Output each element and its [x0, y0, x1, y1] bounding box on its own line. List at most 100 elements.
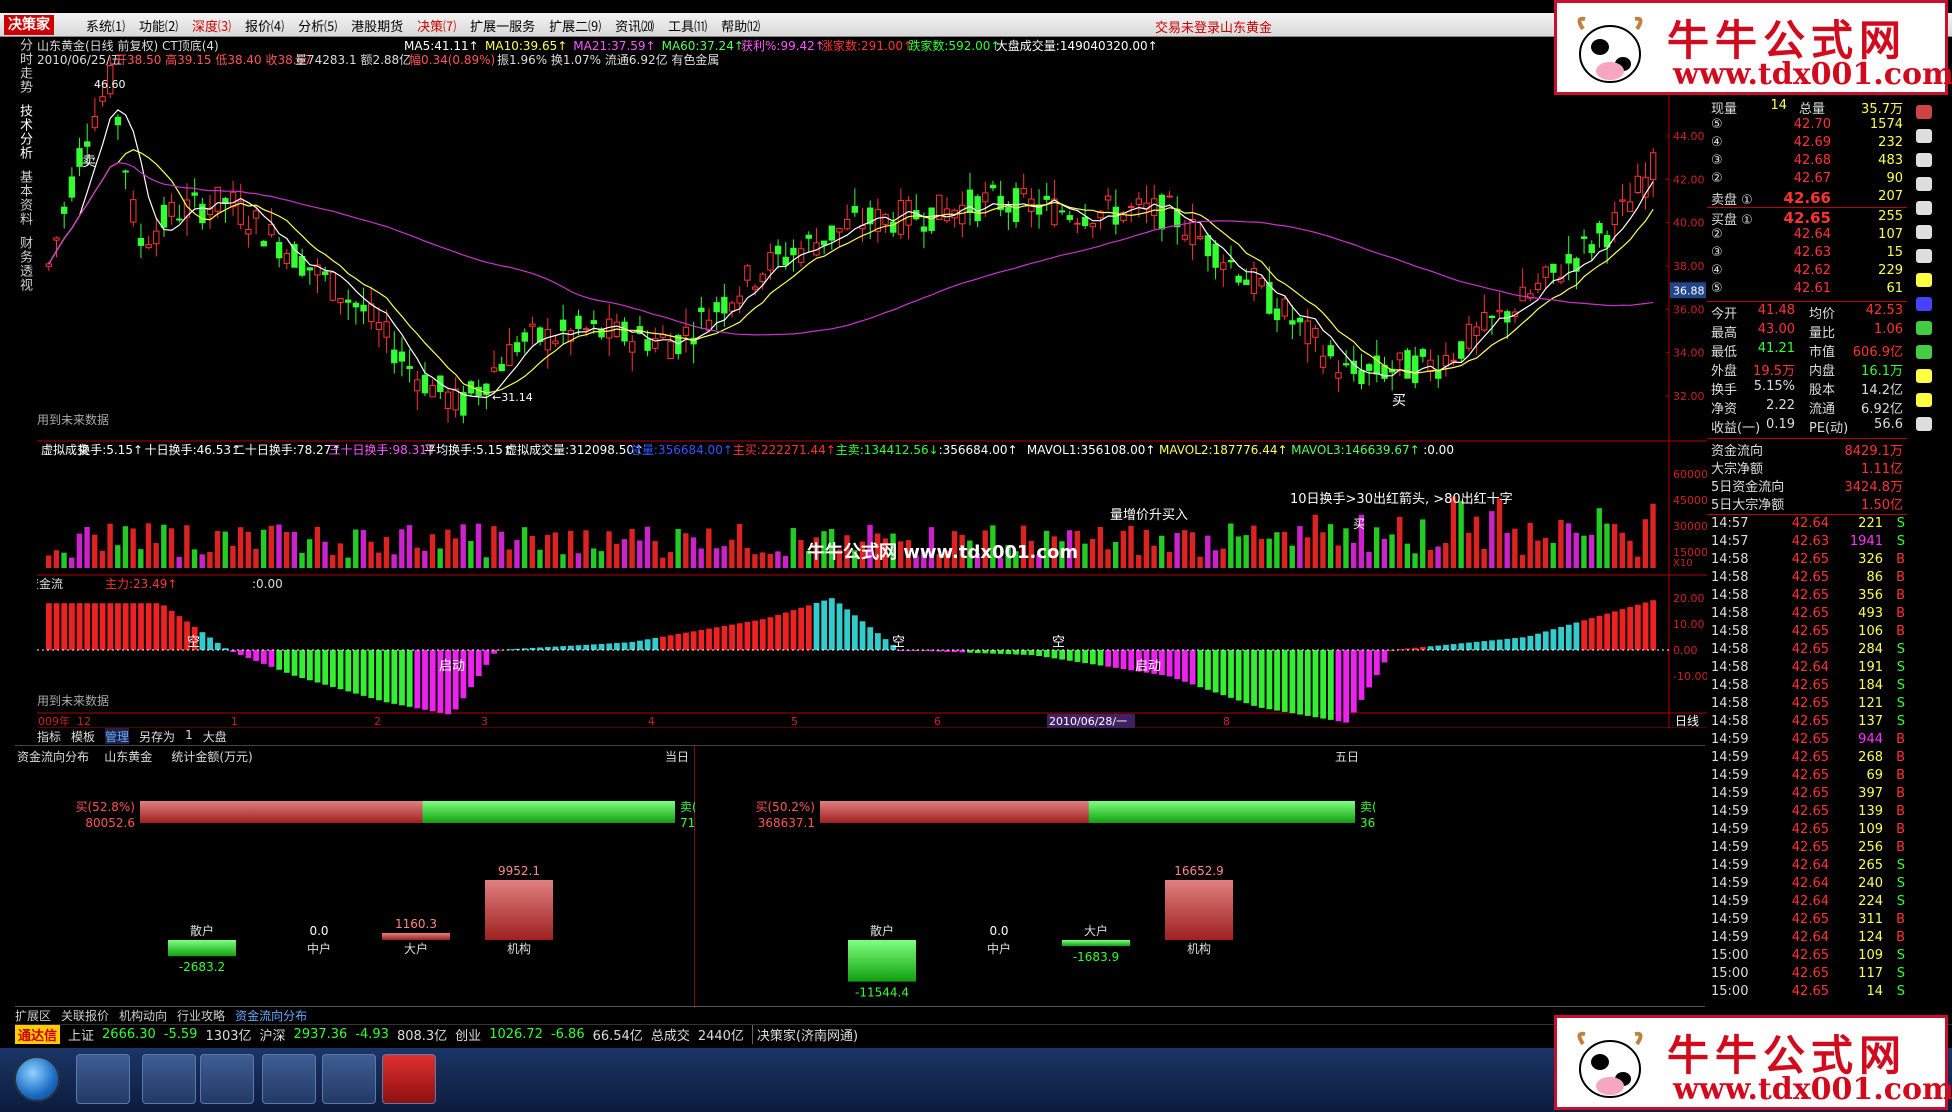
tool-icon[interactable]	[1916, 201, 1932, 215]
bottom-tab[interactable]: 扩展区	[15, 1007, 51, 1024]
menu-item[interactable]: 资讯⒇	[615, 16, 654, 35]
toolbar-item[interactable]: 另存为	[139, 728, 175, 744]
left-tab[interactable]: 基本资料	[15, 170, 34, 226]
menu-item[interactable]: 工具⑾	[668, 16, 707, 35]
menu-item[interactable]: 系统⑴	[86, 16, 125, 35]
flow-bar	[314, 650, 321, 683]
menu-item[interactable]: 分析⑸	[298, 16, 337, 35]
left-tab[interactable]: 技术分析	[15, 104, 34, 160]
start-button-icon[interactable]	[14, 1056, 60, 1102]
menu-item[interactable]: 决策⑺	[417, 16, 456, 35]
notepad-icon[interactable]	[142, 1054, 196, 1104]
volume-bar	[1151, 545, 1157, 568]
tick-side: B	[1896, 732, 1905, 747]
arrow-down-icon[interactable]	[1916, 345, 1932, 359]
flow-bar	[69, 603, 75, 650]
flow-bar	[1588, 618, 1595, 650]
tool-icon[interactable]	[1916, 225, 1932, 239]
menu-item[interactable]: 功能⑵	[139, 16, 178, 35]
menu-item[interactable]: 扩展二⑼	[549, 16, 601, 35]
period-today: 当日	[665, 750, 690, 764]
tool-icon[interactable]	[1916, 297, 1932, 311]
volume-bar	[591, 548, 597, 568]
ask-level: ④	[1711, 135, 1723, 150]
volume-bar	[790, 528, 796, 568]
flow-bar	[875, 633, 881, 650]
toolbar-item[interactable]: 管理	[105, 728, 130, 744]
flow-bar	[606, 643, 613, 650]
candle-body	[1534, 282, 1542, 291]
tool-icon[interactable]	[1916, 249, 1932, 263]
file-explorer-icon[interactable]	[76, 1054, 130, 1104]
tick-time: 14:59	[1711, 912, 1749, 927]
toolbar-item[interactable]: 模板	[71, 728, 95, 744]
volume-bar	[92, 534, 98, 568]
toolbar-item[interactable]: 1	[185, 728, 193, 744]
bottom-tab[interactable]: 资金流向分布	[235, 1007, 307, 1024]
left-tab[interactable]: 财务透视	[15, 236, 34, 292]
bottom-tab[interactable]: 行业攻略	[177, 1007, 225, 1024]
server-name[interactable]: 决策家(济南网通)	[751, 1025, 858, 1044]
volume-bar	[176, 556, 182, 568]
pencil-icon[interactable]	[1916, 369, 1932, 383]
menu-item[interactable]: 深度⑶	[192, 16, 231, 35]
tick-row: 14:58 42.65 284 S	[1707, 642, 1907, 659]
volume-bar	[1304, 537, 1311, 568]
flow-bar	[1550, 629, 1557, 650]
flow-bar	[245, 650, 252, 658]
flow-bar	[614, 643, 620, 650]
toolbar-item[interactable]: 指标	[37, 728, 61, 744]
flow-bar	[1335, 650, 1342, 722]
menu-item[interactable]: 扩展一服务	[470, 16, 535, 35]
flow-bar	[483, 650, 490, 665]
tick-volume: 139	[1858, 804, 1883, 819]
volume-bar	[1266, 538, 1272, 568]
tick-time: 15:00	[1711, 948, 1749, 963]
kline-chart-area[interactable]: 山东黄金(日线 前复权) CT顶底(4)2010/06/25/五开38.50 高…	[37, 38, 1707, 728]
tick-volume: 240	[1858, 876, 1883, 891]
fund-flow-distribution: 资金流向分布 山东黄金 统计金额(万元) 当日 买(52.8%) 80052.6 卖…	[15, 745, 1705, 1008]
pencil-icon[interactable]	[1916, 393, 1932, 407]
flow-bar	[199, 632, 206, 650]
flow-bar	[1343, 650, 1350, 723]
volume-bar	[360, 529, 367, 568]
arrow-up-icon[interactable]	[1916, 321, 1932, 335]
tick-row: 14:59 42.65 69 B	[1707, 768, 1907, 785]
stat-value: 2.22	[1766, 398, 1795, 413]
pencil-icon[interactable]	[1916, 273, 1932, 287]
tool-icon[interactable]	[1916, 177, 1932, 191]
program-icon[interactable]	[200, 1054, 254, 1104]
menu-item[interactable]: 港股期货	[351, 16, 403, 35]
menu-item[interactable]: 报价⑷	[245, 16, 284, 35]
tool-icon[interactable]	[1916, 105, 1932, 119]
chart-ohlc: 开38.50 高39.15 低38.40 收38.67	[115, 52, 312, 67]
tool-icon[interactable]	[1916, 129, 1932, 143]
flow-bar	[1189, 650, 1196, 685]
volume-bar	[1205, 535, 1211, 568]
volume-bar	[330, 555, 336, 568]
candle-body	[1104, 195, 1112, 201]
login-status[interactable]: 交易未登录	[1155, 17, 1220, 36]
volume-bar	[161, 524, 167, 568]
candle-body	[1565, 254, 1572, 264]
volume-bar	[61, 552, 67, 568]
menu-item[interactable]: 帮助⑿	[721, 16, 760, 35]
sell-value: 365212.5	[1360, 816, 1375, 830]
volume-bar	[1320, 532, 1326, 568]
price-tick: 42.00	[1673, 173, 1705, 186]
stock-app-icon[interactable]	[382, 1054, 436, 1104]
volume-header-item: 十日换手:46.53↑	[145, 443, 241, 457]
stat-row: 外盘 19.5万 内盘 16.1万	[1707, 360, 1907, 379]
ie-browser-icon[interactable]	[262, 1054, 316, 1104]
tool-icon[interactable]	[1916, 153, 1932, 167]
left-tab[interactable]: 分时走势	[15, 38, 34, 94]
bottom-tab[interactable]: 关联报价	[61, 1007, 109, 1024]
bottom-tab[interactable]: 机构动向	[119, 1007, 167, 1024]
tool-icon[interactable]	[1916, 417, 1932, 431]
volume-bar	[759, 552, 766, 568]
media-icon[interactable]	[322, 1054, 376, 1104]
flow-bar	[1212, 650, 1219, 693]
toolbar-item[interactable]: 大盘	[203, 728, 227, 744]
bid-volume: 61	[1886, 281, 1903, 296]
flow-bar	[1013, 650, 1019, 655]
